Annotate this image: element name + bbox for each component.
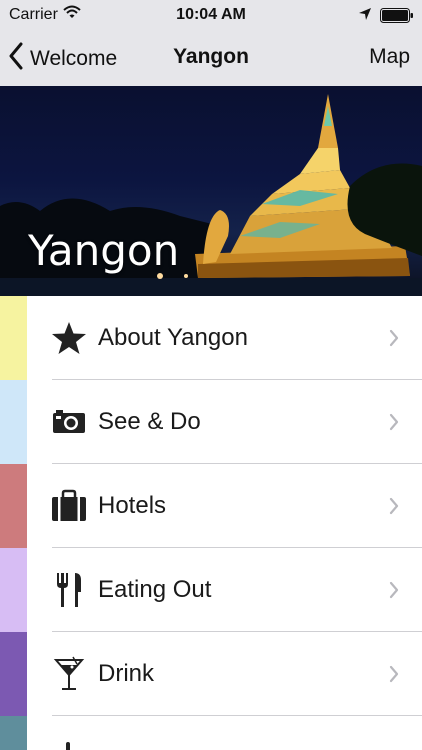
color-strip (0, 548, 27, 632)
partial-icon (66, 742, 70, 750)
menu-item-label: Hotels (98, 492, 167, 519)
color-strip (0, 296, 27, 380)
cocktail-glass-icon (51, 656, 87, 692)
chevron-right-icon (389, 329, 399, 352)
menu-item-eating-out[interactable]: Eating Out (0, 548, 422, 632)
menu-item-label: Eating Out (98, 576, 212, 603)
star-icon (51, 320, 87, 356)
camera-icon (51, 404, 87, 440)
color-strip (0, 380, 27, 464)
menu-item-drink[interactable]: Drink (0, 632, 422, 716)
menu-item-label: Drink (98, 660, 155, 687)
back-button-label: Welcome (30, 47, 118, 70)
hero-image: Yangon (0, 86, 422, 296)
color-strip (0, 716, 27, 750)
chevron-left-icon (8, 42, 24, 76)
chevron-right-icon (389, 497, 399, 520)
hero-title: Yangon (28, 226, 180, 275)
menu-item-about[interactable]: About Yangon (0, 296, 422, 380)
menu-item-partial[interactable] (0, 716, 422, 750)
chevron-right-icon (389, 665, 399, 688)
fork-knife-icon (51, 572, 87, 608)
suitcase-icon (51, 488, 87, 524)
location-arrow-icon (358, 7, 372, 26)
back-button[interactable]: Welcome (8, 42, 117, 76)
menu-item-label: See & Do (98, 408, 201, 435)
menu-item-see-do[interactable]: See & Do (0, 380, 422, 464)
battery-icon (380, 8, 414, 28)
status-bar: Carrier 10:04 AM (0, 0, 422, 32)
chevron-right-icon (389, 581, 399, 604)
navigation-bar: Welcome Yangon Map (0, 32, 422, 86)
chevron-right-icon (389, 413, 399, 436)
map-button[interactable]: Map (369, 45, 410, 69)
menu-item-label: About Yangon (98, 324, 248, 351)
section-menu: About Yangon See & Do Hotels Eating Out … (0, 296, 422, 750)
menu-item-hotels[interactable]: Hotels (0, 464, 422, 548)
color-strip (0, 632, 27, 716)
color-strip (0, 464, 27, 548)
